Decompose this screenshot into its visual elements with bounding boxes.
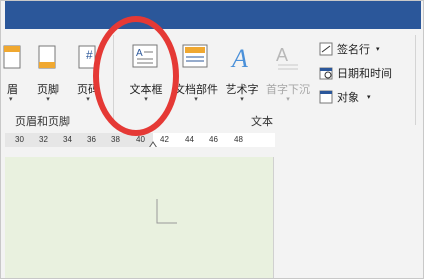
quick-parts-caret-icon: ▾	[194, 96, 198, 103]
ruler-tick: 32	[39, 135, 48, 144]
document-page[interactable]	[5, 157, 274, 278]
date-time-label: 日期和时间	[337, 68, 392, 80]
signature-line-button[interactable]: 签名行 ▾	[319, 41, 380, 57]
wordart-icon: A	[230, 44, 248, 71]
object-icon	[319, 90, 333, 104]
header-footer-group-label: 页眉和页脚	[15, 116, 70, 128]
signature-line-caret-icon: ▾	[376, 46, 380, 53]
ruler-tick: 36	[87, 135, 96, 144]
ruler-tick: 40	[136, 135, 145, 144]
drop-cap-icon: A	[276, 45, 298, 70]
wordart-button[interactable]: A 艺术字 ▾	[221, 35, 263, 107]
footer-button[interactable]: 页脚 ▾	[31, 35, 65, 107]
ruler-tick: 34	[63, 135, 72, 144]
wordart-caret-icon: ▾	[240, 96, 244, 103]
text-group-label: 文本	[251, 116, 273, 128]
text-boundary-corner	[156, 199, 177, 224]
signature-line-label: 签名行	[337, 44, 370, 56]
signature-line-icon	[319, 42, 333, 56]
ruler-tick: 30	[15, 135, 24, 144]
highlight-circle	[93, 16, 179, 136]
header-button[interactable]: 眉 ▾	[1, 35, 23, 107]
header-caret-icon: ▾	[9, 96, 13, 103]
object-button[interactable]: 对象 ▾	[319, 89, 371, 105]
object-label: 对象	[337, 92, 359, 104]
svg-text:A: A	[276, 45, 288, 65]
header-icon	[3, 45, 21, 69]
date-time-button[interactable]: 日期和时间	[319, 65, 392, 81]
footer-caret-icon: ▾	[46, 96, 50, 103]
title-bar	[5, 1, 421, 29]
object-caret-icon: ▾	[367, 94, 371, 101]
calendar-icon	[319, 66, 333, 80]
quick-parts-icon	[182, 44, 208, 68]
ruler-tick: 48	[234, 135, 243, 144]
group-separator	[415, 35, 416, 125]
ruler-tick: 44	[185, 135, 194, 144]
footer-icon	[38, 45, 56, 69]
svg-text:#: #	[86, 48, 93, 62]
insert-ribbon: 眉 ▾ 页脚 ▾ # 页码 ▾ 页眉和页脚 A 文本框 ▾ 文档部件 ▾ A 艺…	[3, 29, 421, 129]
drop-cap-caret-icon: ▾	[286, 96, 290, 103]
ruler-tick: 42	[160, 135, 169, 144]
ruler-tick: 38	[111, 135, 120, 144]
drop-cap-button[interactable]: A 首字下沉 ▾	[263, 35, 313, 107]
word-window: 眉 ▾ 页脚 ▾ # 页码 ▾ 页眉和页脚 A 文本框 ▾ 文档部件 ▾ A 艺…	[0, 0, 424, 279]
ruler-tick: 46	[209, 135, 218, 144]
svg-text:A: A	[230, 44, 248, 71]
